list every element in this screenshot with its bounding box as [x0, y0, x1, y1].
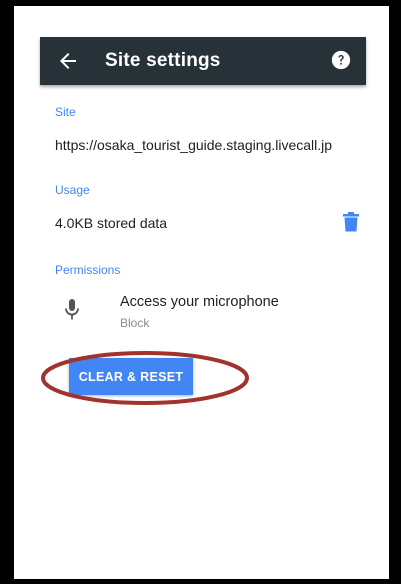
usage-section-label: Usage	[55, 183, 90, 197]
microphone-icon	[65, 299, 79, 321]
trash-icon	[343, 212, 359, 232]
stored-data-text: 4.0KB stored data	[55, 215, 168, 231]
help-button[interactable]	[330, 49, 352, 71]
site-section-label: Site	[55, 105, 76, 119]
page-title: Site settings	[105, 50, 221, 71]
permissions-section-label: Permissions	[55, 263, 121, 277]
permission-status: Block	[120, 316, 150, 330]
permission-title: Access your microphone	[120, 294, 279, 310]
app-toolbar: Site settings	[40, 37, 366, 85]
screen	[14, 6, 389, 579]
site-url: https://osaka_tourist_guide.staging.live…	[55, 137, 333, 153]
clear-reset-button[interactable]: CLEAR & RESET	[69, 358, 193, 395]
help-circle-icon	[331, 50, 351, 70]
delete-data-button[interactable]	[343, 212, 359, 232]
back-button[interactable]	[56, 49, 80, 73]
arrow-left-icon	[60, 53, 76, 69]
